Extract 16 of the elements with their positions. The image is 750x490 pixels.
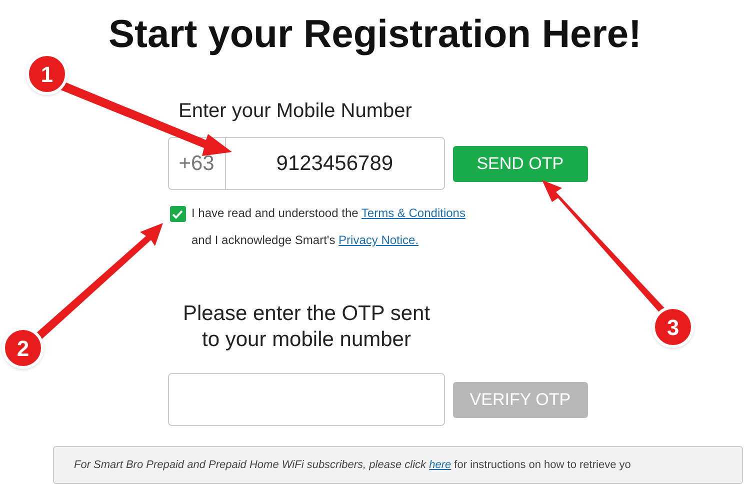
notice-text: For Smart Bro Prepaid and Prepaid Home WiFi subscribers, please click here for instructions on how to retrieve yo <box>74 458 631 473</box>
otp-prompt: Please enter the OTP sent to your mobile number <box>182 301 430 353</box>
phone-number-value: 9123456789 <box>275 150 394 177</box>
consent-checkbox[interactable] <box>170 206 186 222</box>
step-number-badge: 1 <box>26 53 68 95</box>
step-number-badge: 2 <box>2 327 44 369</box>
consent-text: and I acknowledge Smart's Privacy Notice. <box>192 232 420 249</box>
link[interactable]: Terms & Conditions <box>361 206 466 220</box>
otp-input-field[interactable] <box>168 373 445 426</box>
step-number-badge: 3 <box>652 306 694 348</box>
field-label: Enter your Mobile Number <box>178 100 412 122</box>
link[interactable]: here <box>429 458 452 471</box>
send-otp-button[interactable]: SEND OTP <box>452 146 588 182</box>
link[interactable]: Privacy Notice. <box>338 233 419 247</box>
page-title: Start your Registration Here! <box>108 12 642 58</box>
consent-text: I have read and understood the Terms & Conditions <box>192 205 466 222</box>
